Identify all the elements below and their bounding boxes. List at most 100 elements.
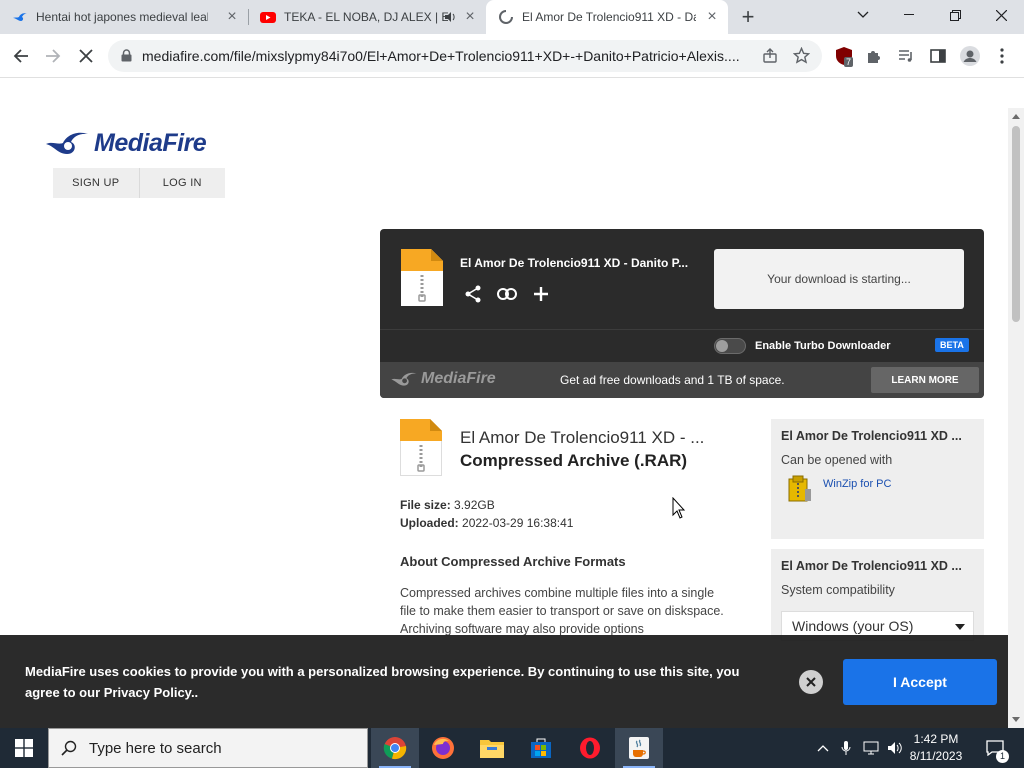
browser-menu-button[interactable] xyxy=(990,44,1014,68)
beta-badge: BETA xyxy=(935,338,969,352)
system-clock[interactable]: 1:42 PM 8/11/2023 xyxy=(905,731,967,765)
avatar-icon xyxy=(960,46,980,66)
promo-bar: MediaFire Get ad free downloads and 1 TB… xyxy=(380,362,984,398)
side-panel-button[interactable] xyxy=(926,44,950,68)
winzip-link[interactable]: WinZip for PC xyxy=(787,475,891,503)
turbo-label: Enable Turbo Downloader xyxy=(755,340,891,352)
file-type: Compressed Archive (.RAR) xyxy=(460,451,688,470)
start-button[interactable] xyxy=(0,728,48,768)
file-size-label: File size: xyxy=(400,498,451,512)
volume-indicator[interactable] xyxy=(884,728,906,768)
media-queue-icon xyxy=(899,50,912,62)
turbo-toggle[interactable] xyxy=(714,338,746,354)
new-tab-button[interactable]: + xyxy=(738,6,758,28)
taskbar-opera[interactable] xyxy=(566,728,614,768)
opera-icon xyxy=(580,737,600,759)
share-nodes-icon xyxy=(465,285,481,303)
speaker-icon[interactable] xyxy=(444,11,456,23)
cookie-close-button[interactable] xyxy=(799,670,823,694)
search-placeholder: Type here to search xyxy=(89,739,222,757)
tab-close-button[interactable]: × xyxy=(462,9,478,25)
arrow-right-icon xyxy=(46,49,61,63)
add-to-account-button[interactable] xyxy=(530,283,552,305)
scroll-down-arrow[interactable] xyxy=(1012,717,1020,722)
promo-text: Get ad free downloads and 1 TB of space. xyxy=(560,373,785,387)
restore-button[interactable] xyxy=(932,0,978,30)
tab-title: TEKA - EL NOBA, DJ ALEX | E xyxy=(284,10,448,24)
plus-icon xyxy=(534,287,548,301)
login-button[interactable]: LOG IN xyxy=(138,168,226,198)
taskbar-search[interactable]: Type here to search xyxy=(48,728,368,768)
close-icon xyxy=(995,9,1007,21)
card-subtitle: System compatibility xyxy=(781,583,895,597)
extension-badge: 7 xyxy=(844,57,854,67)
store-icon xyxy=(531,738,551,758)
share-button[interactable] xyxy=(462,283,484,305)
accept-cookies-button[interactable]: I Accept xyxy=(843,659,997,705)
tab-youtube[interactable]: TEKA - EL NOBA, DJ ALEX | E × xyxy=(248,0,486,34)
file-name: El Amor De Trolencio911 XD - ... xyxy=(460,428,705,447)
mouse-cursor-icon xyxy=(672,497,686,519)
windows-logo-icon xyxy=(15,739,33,757)
tab-search-button[interactable] xyxy=(840,0,886,30)
restore-icon xyxy=(949,9,961,21)
mediafire-logo[interactable]: MediaFire xyxy=(44,128,207,158)
youtube-icon xyxy=(260,12,276,23)
learn-more-button[interactable]: LEARN MORE xyxy=(871,367,979,393)
chevron-up-icon xyxy=(817,745,829,752)
taskbar-chrome[interactable] xyxy=(371,728,419,768)
star-icon[interactable] xyxy=(793,47,810,64)
link-icon xyxy=(497,288,517,300)
copy-link-button[interactable] xyxy=(496,283,518,305)
mediafire-flame-icon xyxy=(46,132,88,154)
tab-mediafire-1[interactable]: Hentai hot japones medieval leal × xyxy=(0,0,248,34)
show-hidden-icons-button[interactable] xyxy=(812,728,834,768)
tab-close-button[interactable]: × xyxy=(704,9,720,25)
network-indicator[interactable] xyxy=(860,728,882,768)
upload-date-label: Uploaded: xyxy=(400,516,459,530)
card-title: El Amor De Trolencio911 XD ... xyxy=(781,429,962,443)
system-compat-card: El Amor De Trolencio911 XD ... System co… xyxy=(771,549,984,641)
chevron-down-icon xyxy=(857,11,869,18)
ublock-extension[interactable]: 7 xyxy=(832,44,856,68)
tab-title: El Amor De Trolencio911 XD - Da xyxy=(522,10,696,24)
browser-toolbar: mediafire.com/file/mixslypmy84i7o0/El+Am… xyxy=(0,34,1024,78)
forward-button[interactable] xyxy=(40,43,66,69)
lock-icon xyxy=(121,49,132,62)
about-heading: About Compressed Archive Formats xyxy=(400,554,626,569)
taskbar-store[interactable] xyxy=(517,728,565,768)
scroll-up-arrow[interactable] xyxy=(1012,114,1020,119)
scrollbar-thumb[interactable] xyxy=(1012,126,1020,322)
close-icon xyxy=(806,677,816,687)
winzip-icon xyxy=(788,475,811,502)
folder-icon xyxy=(480,740,504,758)
minimize-button[interactable] xyxy=(886,0,932,30)
chrome-icon xyxy=(383,737,407,760)
share-icon[interactable] xyxy=(762,48,778,64)
signup-button[interactable]: SIGN UP xyxy=(53,168,139,198)
java-icon xyxy=(629,737,649,759)
taskbar-firefox[interactable] xyxy=(419,728,467,768)
notification-center-button[interactable]: 1 xyxy=(980,728,1010,768)
mediafire-flame-icon xyxy=(391,372,417,386)
page-scrollbar[interactable] xyxy=(1008,108,1024,728)
archive-file-icon xyxy=(400,419,442,476)
close-window-button[interactable] xyxy=(978,0,1024,30)
profile-button[interactable] xyxy=(958,44,982,68)
upload-date-value: 2022-03-29 16:38:41 xyxy=(462,516,574,530)
clock-time: 1:42 PM xyxy=(913,732,959,746)
taskbar-file-explorer[interactable] xyxy=(468,728,516,768)
back-button[interactable] xyxy=(8,43,34,69)
media-control-button[interactable] xyxy=(894,44,918,68)
tab-strip: Hentai hot japones medieval leal × TEKA … xyxy=(0,0,1024,34)
microphone-indicator[interactable] xyxy=(836,728,856,768)
tab-mediafire-active[interactable]: El Amor De Trolencio911 XD - Da × xyxy=(486,0,728,34)
tab-close-button[interactable]: × xyxy=(224,9,240,25)
url-text: mediafire.com/file/mixslypmy84i7o0/El+Am… xyxy=(142,48,740,64)
stop-reload-button[interactable] xyxy=(73,43,99,69)
logo-text: MediaFire xyxy=(94,128,207,157)
extensions-button[interactable] xyxy=(862,44,886,68)
taskbar-java[interactable] xyxy=(615,728,663,768)
address-bar[interactable]: mediafire.com/file/mixslypmy84i7o0/El+Am… xyxy=(108,40,822,72)
search-icon xyxy=(61,740,77,756)
